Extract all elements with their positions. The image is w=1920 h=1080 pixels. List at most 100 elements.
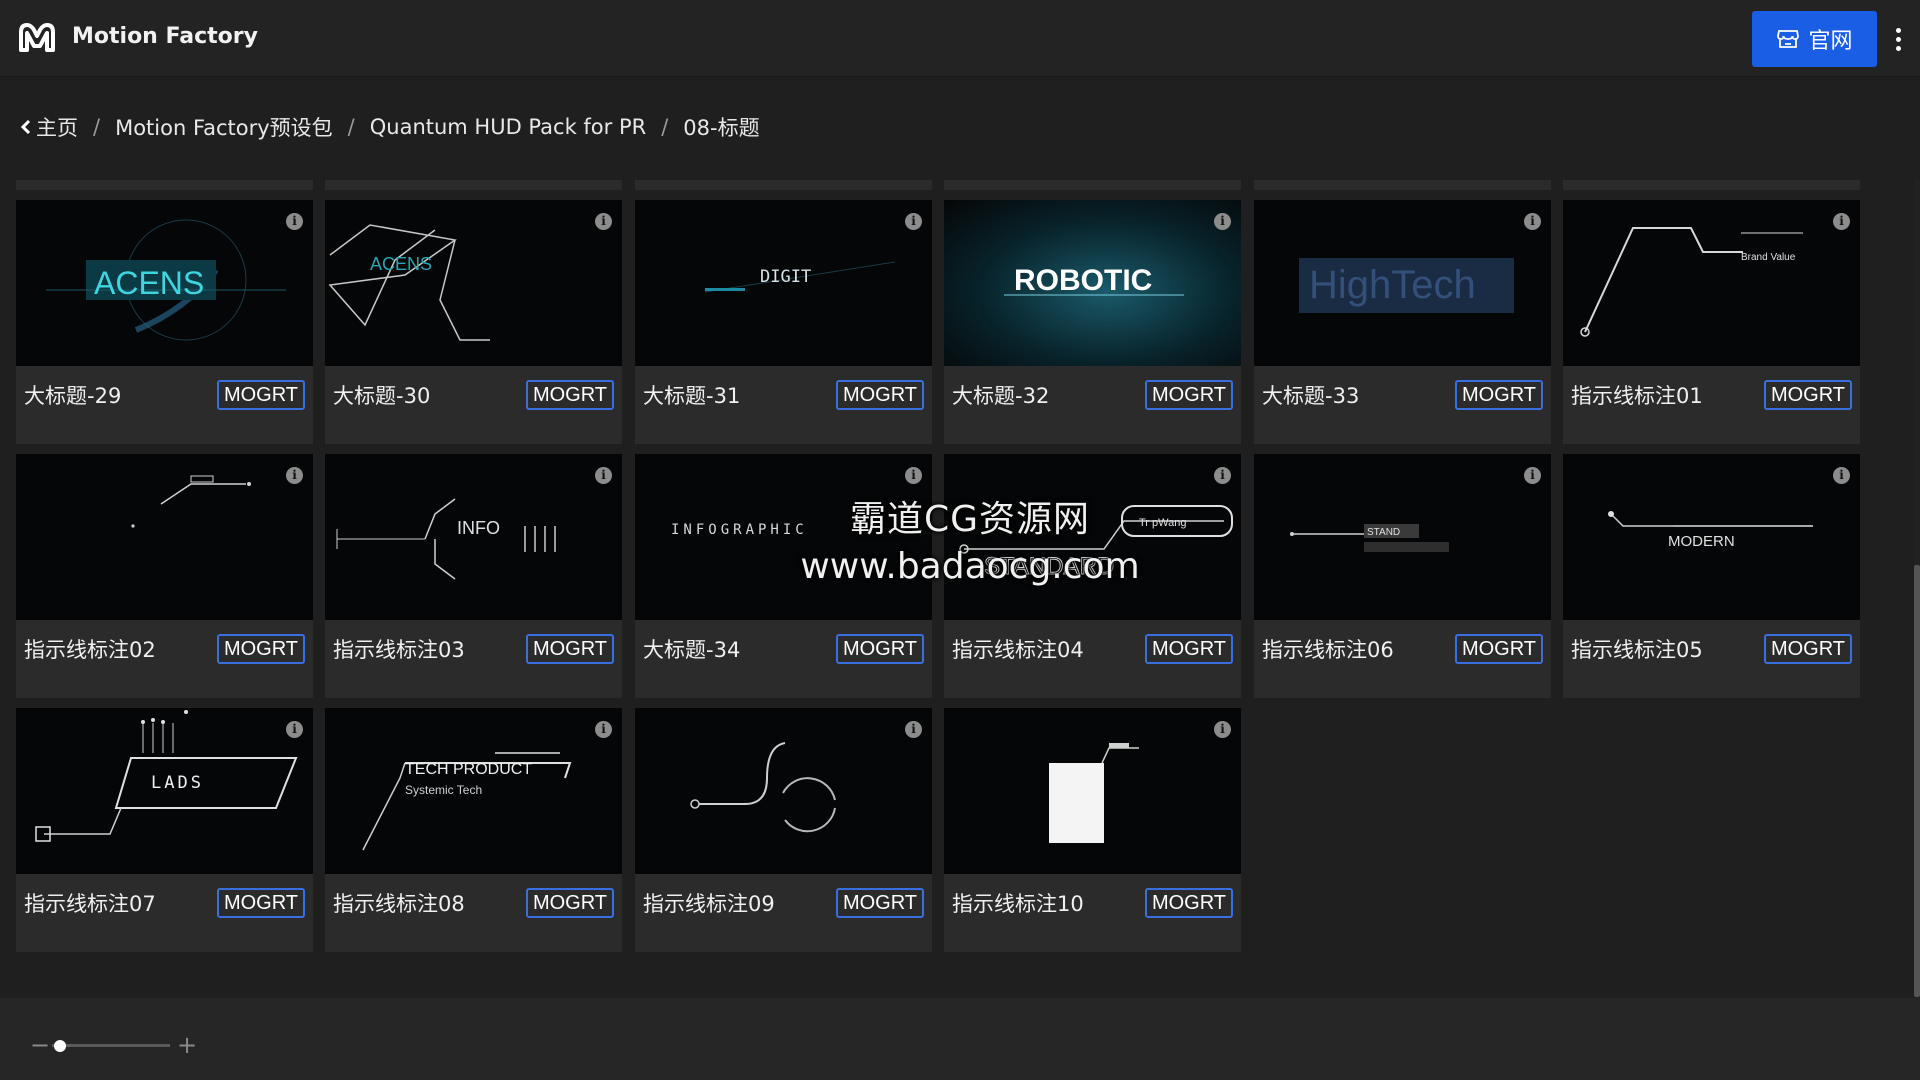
info-icon[interactable]: i bbox=[1833, 467, 1850, 484]
preset-thumbnail: ROBOTIC bbox=[944, 200, 1241, 366]
info-icon[interactable]: i bbox=[595, 721, 612, 738]
preset-name: 大标题-32 bbox=[952, 384, 1050, 408]
partial-card bbox=[325, 180, 622, 190]
breadcrumb-preset-pack[interactable]: Motion Factory预设包 bbox=[115, 112, 333, 142]
info-icon[interactable]: i bbox=[905, 213, 922, 230]
preset-card[interactable]: i 指示线标注02 MOGRT bbox=[16, 454, 313, 698]
mogrt-button[interactable]: MOGRT bbox=[217, 634, 305, 664]
mogrt-button[interactable]: MOGRT bbox=[1455, 634, 1543, 664]
preset-card[interactable]: ROBOTIC i 大标题-32 MOGRT bbox=[944, 200, 1241, 444]
mogrt-button[interactable]: MOGRT bbox=[526, 380, 614, 410]
breadcrumb-separator: / bbox=[347, 115, 355, 139]
info-icon[interactable]: i bbox=[595, 213, 612, 230]
mogrt-button[interactable]: MOGRT bbox=[1145, 634, 1233, 664]
info-icon[interactable]: i bbox=[1214, 467, 1231, 484]
info-icon[interactable]: i bbox=[1833, 213, 1850, 230]
thumb-text: STAND bbox=[1367, 527, 1400, 538]
preset-thumbnail: HighTech bbox=[1254, 200, 1551, 366]
preset-thumbnail: Brand Value bbox=[1563, 200, 1860, 366]
mogrt-button[interactable]: MOGRT bbox=[526, 634, 614, 664]
preset-card[interactable]: DIGIT i 大标题-31 MOGRT bbox=[635, 200, 932, 444]
mogrt-button[interactable]: MOGRT bbox=[1145, 380, 1233, 410]
preset-card[interactable]: ACENS i 大标题-30 MOGRT bbox=[325, 200, 622, 444]
zoom-plus-icon[interactable]: + bbox=[177, 1033, 197, 1057]
preset-card[interactable]: MODERN i 指示线标注05 MOGRT bbox=[1563, 454, 1860, 698]
zoom-slider-track[interactable] bbox=[52, 1044, 170, 1047]
preset-card[interactable]: STAND i 指示线标注06 MOGRT bbox=[1254, 454, 1551, 698]
info-icon[interactable]: i bbox=[905, 721, 922, 738]
thumb-text: INFOGRAPHIC bbox=[671, 522, 808, 538]
chevron-left-icon[interactable] bbox=[20, 119, 32, 135]
info-icon[interactable]: i bbox=[595, 467, 612, 484]
preset-card[interactable]: INFOGRAPHIC i 大标题-34 MOGRT bbox=[635, 454, 932, 698]
preset-card[interactable]: ACENS i 大标题-29 MOGRT bbox=[16, 200, 313, 444]
preset-thumbnail: ACENS bbox=[16, 200, 313, 366]
official-site-label: 官网 bbox=[1808, 29, 1853, 54]
info-icon[interactable]: i bbox=[1524, 213, 1541, 230]
mogrt-button[interactable]: MOGRT bbox=[836, 634, 924, 664]
preset-card[interactable]: i 指示线标注10 MOGRT bbox=[944, 708, 1241, 952]
info-icon[interactable]: i bbox=[286, 213, 303, 230]
thumb-text: ACENS bbox=[94, 265, 204, 301]
motion-factory-logo-icon[interactable] bbox=[17, 20, 57, 56]
preset-name: 大标题-31 bbox=[643, 384, 741, 408]
preset-grid-scroll-area[interactable]: ACENS i 大标题-29 MOGRT ACENS i 大标题-30 MOGR… bbox=[0, 180, 1920, 1000]
preset-name: 指示线标注07 bbox=[24, 892, 156, 916]
thumb-text: DIGIT bbox=[760, 267, 811, 287]
mogrt-button[interactable]: MOGRT bbox=[836, 888, 924, 918]
info-icon[interactable]: i bbox=[1214, 721, 1231, 738]
mogrt-button[interactable]: MOGRT bbox=[1764, 380, 1852, 410]
zoom-minus-icon[interactable]: − bbox=[30, 1033, 50, 1057]
preset-card[interactable]: Tr pWang STANDARD i 指示线标注04 MOGRT bbox=[944, 454, 1241, 698]
mogrt-button[interactable]: MOGRT bbox=[1764, 634, 1852, 664]
partial-card bbox=[16, 180, 313, 190]
thumb-text: LADS bbox=[151, 773, 204, 793]
preset-thumbnail bbox=[944, 708, 1241, 874]
info-icon[interactable]: i bbox=[286, 721, 303, 738]
breadcrumb-separator: / bbox=[661, 115, 669, 139]
preset-card[interactable]: INFO i 指示线标注03 MOGRT bbox=[325, 454, 622, 698]
mogrt-button[interactable]: MOGRT bbox=[217, 380, 305, 410]
preset-card[interactable]: TECH PRODUCT Systemic Tech i 指示线标注08 MOG… bbox=[325, 708, 622, 952]
info-icon[interactable]: i bbox=[1524, 467, 1541, 484]
preset-card[interactable]: i 指示线标注09 MOGRT bbox=[635, 708, 932, 952]
preset-name: 指示线标注09 bbox=[643, 892, 775, 916]
info-icon[interactable]: i bbox=[286, 467, 303, 484]
info-icon[interactable]: i bbox=[1214, 213, 1231, 230]
partial-card bbox=[1254, 180, 1551, 190]
mogrt-button[interactable]: MOGRT bbox=[836, 380, 924, 410]
thumb-text: Brand Value bbox=[1741, 252, 1796, 263]
more-vertical-icon[interactable] bbox=[1890, 22, 1906, 56]
preset-name: 指示线标注10 bbox=[952, 892, 1084, 916]
partial-card bbox=[635, 180, 932, 190]
preset-card[interactable]: Brand Value i 指示线标注01 MOGRT bbox=[1563, 200, 1860, 444]
breadcrumb-hud-pack[interactable]: Quantum HUD Pack for PR bbox=[370, 115, 646, 139]
mogrt-button[interactable]: MOGRT bbox=[526, 888, 614, 918]
zoom-slider-knob[interactable] bbox=[54, 1040, 66, 1052]
preset-name: 大标题-34 bbox=[643, 638, 741, 662]
preset-name: 指示线标注08 bbox=[333, 892, 465, 916]
preset-thumbnail: LADS bbox=[16, 708, 313, 874]
preset-name: 指示线标注04 bbox=[952, 638, 1084, 662]
thumb-text: ACENS bbox=[370, 254, 432, 274]
preset-thumbnail: INFO bbox=[325, 454, 622, 620]
preset-thumbnail: STAND bbox=[1254, 454, 1551, 620]
preset-card[interactable]: HighTech i 大标题-33 MOGRT bbox=[1254, 200, 1551, 444]
bottom-bar bbox=[0, 998, 1920, 1080]
thumb-text: MODERN bbox=[1668, 533, 1735, 550]
vertical-scrollbar-thumb[interactable] bbox=[1914, 565, 1920, 997]
mogrt-button[interactable]: MOGRT bbox=[1455, 380, 1543, 410]
top-bar: Motion Factory 官网 bbox=[0, 0, 1920, 77]
preset-thumbnail: INFOGRAPHIC bbox=[635, 454, 932, 620]
breadcrumb-home[interactable]: 主页 bbox=[36, 112, 78, 142]
preset-card[interactable]: LADS i 指示线标注07 MOGRT bbox=[16, 708, 313, 952]
preset-name: 指示线标注03 bbox=[333, 638, 465, 662]
mogrt-button[interactable]: MOGRT bbox=[217, 888, 305, 918]
preset-name: 指示线标注02 bbox=[24, 638, 156, 662]
info-icon[interactable]: i bbox=[905, 467, 922, 484]
official-site-button[interactable]: 官网 bbox=[1752, 11, 1877, 67]
preset-thumbnail bbox=[16, 454, 313, 620]
thumb-tag-text: Tr pWang bbox=[1139, 517, 1186, 529]
preset-thumbnail: DIGIT bbox=[635, 200, 932, 366]
mogrt-button[interactable]: MOGRT bbox=[1145, 888, 1233, 918]
